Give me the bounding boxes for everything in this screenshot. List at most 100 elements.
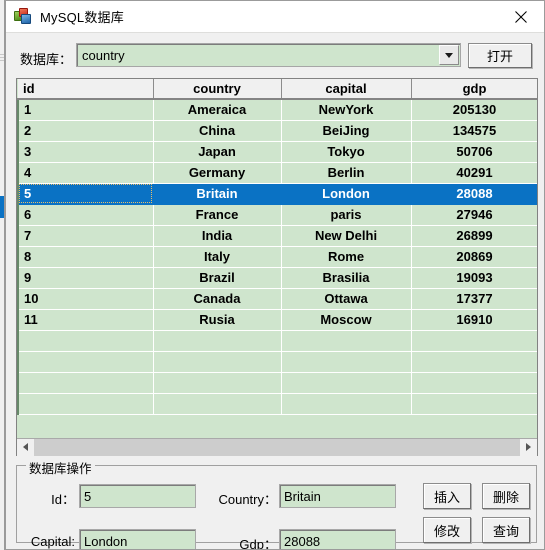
cell-country[interactable] [153,393,282,415]
cell-gdp[interactable]: 16910 [411,309,537,331]
cell-id[interactable] [17,351,154,373]
horizontal-scrollbar[interactable] [17,438,537,456]
table-row[interactable]: 7 India New Delhi 26899 [17,225,537,247]
cell-gdp[interactable]: 26899 [411,225,537,247]
table-row[interactable] [17,330,537,352]
cell-gdp[interactable] [411,372,537,394]
data-grid[interactable]: id country capital gdp 1 Ameraica NewYork 2… [16,78,538,456]
cell-capital[interactable]: Ottawa [281,288,412,310]
cell-id[interactable]: 8 [17,246,154,268]
column-header-country[interactable]: country [153,79,282,100]
cell-country[interactable]: Japan [153,141,282,163]
cell-capital[interactable]: NewYork [281,99,412,121]
cell-capital[interactable]: London [281,183,412,205]
table-row[interactable]: 2 China BeiJing 134575 [17,120,537,142]
cell-country[interactable] [153,372,282,394]
cell-gdp[interactable]: 134575 [411,120,537,142]
cell-capital[interactable]: Tokyo [281,141,412,163]
table-row[interactable]: 6 France paris 27946 [17,204,537,226]
cell-gdp[interactable]: 28088 [411,183,537,205]
cell-country[interactable]: Canada [153,288,282,310]
cell-country[interactable]: Italy [153,246,282,268]
country-field[interactable]: Britain [279,484,396,508]
cell-id[interactable]: 6 [17,204,154,226]
cell-country[interactable]: India [153,225,282,247]
cell-capital[interactable]: Moscow [281,309,412,331]
table-row[interactable]: 1 Ameraica NewYork 205130 [17,99,537,121]
cell-capital[interactable]: BeiJing [281,120,412,142]
cell-gdp[interactable] [411,330,537,352]
query-button[interactable]: 查询 [482,517,530,543]
cell-gdp[interactable]: 20869 [411,246,537,268]
cell-gdp[interactable]: 17377 [411,288,537,310]
cell-gdp[interactable]: 27946 [411,204,537,226]
cell-capital[interactable] [281,393,412,415]
cell-gdp[interactable]: 205130 [411,99,537,121]
cell-gdp[interactable]: 50706 [411,141,537,163]
table-row[interactable] [17,372,537,394]
cell-id[interactable]: 5 [17,183,154,205]
cell-id[interactable]: 1 [17,99,154,121]
cell-country[interactable]: Ameraica [153,99,282,121]
gdp-field[interactable]: 28088 [279,529,396,549]
cell-capital[interactable]: Berlin [281,162,412,184]
cell-country[interactable] [153,330,282,352]
database-combobox-value: country [82,47,125,63]
cell-capital[interactable] [281,330,412,352]
insert-button[interactable]: 插入 [423,483,471,509]
cell-country[interactable]: Brazil [153,267,282,289]
column-header-id[interactable]: id [18,79,154,100]
cell-capital[interactable] [281,372,412,394]
scrollbar-track[interactable] [34,438,520,456]
cell-id[interactable]: 4 [17,162,154,184]
cell-country[interactable]: China [153,120,282,142]
capital-field[interactable]: London [79,529,196,549]
cell-country[interactable]: Rusia [153,309,282,331]
cell-capital[interactable]: Rome [281,246,412,268]
table-row[interactable]: 5 Britain London 28088 [17,183,537,205]
cell-gdp[interactable] [411,351,537,373]
column-header-capital[interactable]: capital [281,79,412,100]
cell-capital[interactable]: paris [281,204,412,226]
modify-button[interactable]: 修改 [423,517,471,543]
chevron-right-icon[interactable] [520,438,537,456]
table-row[interactable]: 4 Germany Berlin 40291 [17,162,537,184]
table-row[interactable]: 3 Japan Tokyo 50706 [17,141,537,163]
window-title: MySQL数据库 [40,10,124,25]
chevron-left-icon[interactable] [17,438,34,456]
cell-id[interactable] [17,393,154,415]
open-button[interactable]: 打开 [468,43,532,68]
column-header-gdp[interactable]: gdp [411,79,537,100]
cell-capital[interactable] [281,351,412,373]
cell-country[interactable]: Germany [153,162,282,184]
cell-country[interactable]: Britain [153,183,282,205]
cell-gdp[interactable]: 19093 [411,267,537,289]
cell-id[interactable]: 3 [17,141,154,163]
table-row[interactable] [17,351,537,373]
id-field[interactable]: 5 [79,484,196,508]
close-icon[interactable] [498,1,544,32]
cell-capital[interactable]: Brasilia [281,267,412,289]
cell-id[interactable]: 2 [17,120,154,142]
table-row[interactable]: 9 Brazil Brasilia 19093 [17,267,537,289]
cell-country[interactable]: France [153,204,282,226]
cell-gdp[interactable]: 40291 [411,162,537,184]
table-row[interactable]: 11 Rusia Moscow 16910 [17,309,537,331]
mysql-cubes-icon [14,7,32,26]
cell-id[interactable] [17,372,154,394]
cell-capital[interactable]: New Delhi [281,225,412,247]
cell-id[interactable]: 10 [17,288,154,310]
chevron-down-icon[interactable] [439,45,459,65]
delete-button[interactable]: 删除 [482,483,530,509]
cell-id[interactable] [17,330,154,352]
cell-id[interactable]: 7 [17,225,154,247]
cell-gdp[interactable] [411,393,537,415]
table-row[interactable]: 8 Italy Rome 20869 [17,246,537,268]
database-combobox[interactable]: country [76,43,461,67]
data-grid-head: id country capital gdp [18,79,537,100]
table-row[interactable] [17,393,537,415]
table-row[interactable]: 10 Canada Ottawa 17377 [17,288,537,310]
cell-id[interactable]: 9 [17,267,154,289]
cell-country[interactable] [153,351,282,373]
cell-id[interactable]: 11 [17,309,154,331]
